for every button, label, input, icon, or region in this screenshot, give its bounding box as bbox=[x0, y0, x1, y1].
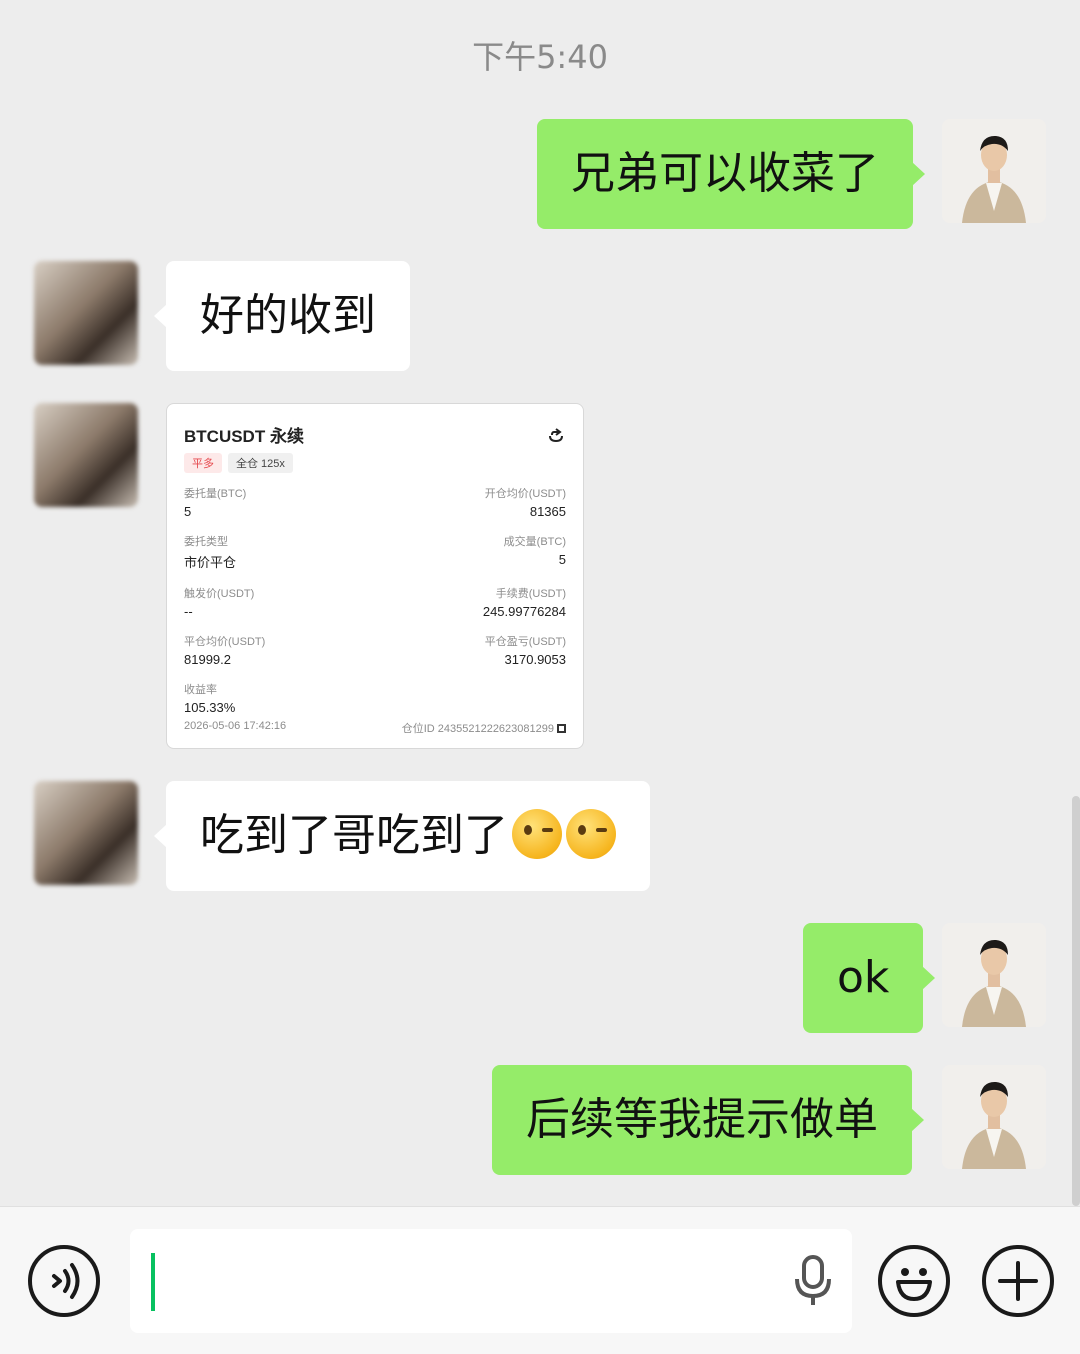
voice-toggle-icon bbox=[52, 1263, 80, 1299]
open-price-field: 开仓均价(USDT) 81365 bbox=[375, 485, 566, 519]
wink-emoji-icon bbox=[512, 809, 562, 859]
field-label: 平仓均价(USDT) bbox=[184, 636, 266, 648]
message-bubble-received[interactable]: 好的收到 bbox=[154, 261, 410, 371]
field-label: 平仓盈亏(USDT) bbox=[484, 636, 566, 648]
message-input[interactable] bbox=[130, 1229, 852, 1333]
wink-emoji-icon bbox=[566, 809, 616, 859]
field-value: 81999.2 bbox=[184, 652, 231, 667]
order-qty-field: 委托量(BTC) 5 bbox=[184, 485, 375, 519]
copy-icon[interactable] bbox=[557, 724, 566, 733]
chat-area: 下午5:40 兄弟可以收菜了 好的收到 BTCUSDT 永续 平多 全仓 125… bbox=[0, 0, 1080, 1206]
field-value: 245.99776284 bbox=[482, 604, 566, 619]
microphone-icon[interactable] bbox=[792, 1255, 834, 1307]
plus-icon bbox=[998, 1261, 1038, 1301]
emoji-button[interactable] bbox=[878, 1245, 950, 1317]
message-timestamp: 下午5:40 bbox=[472, 38, 608, 76]
contact-avatar[interactable] bbox=[34, 403, 138, 507]
field-value: 3170.9053 bbox=[504, 652, 566, 667]
contact-avatar[interactable] bbox=[34, 261, 138, 365]
roe-field: 收益率 105.33% bbox=[184, 681, 375, 715]
contact-avatar[interactable] bbox=[34, 781, 138, 885]
more-button[interactable] bbox=[982, 1245, 1054, 1317]
my-avatar[interactable] bbox=[942, 119, 1046, 223]
filled-qty-field: 成交量(BTC) 5 bbox=[375, 533, 566, 571]
input-toolbar bbox=[0, 1206, 1080, 1354]
message-bubble-sent[interactable]: 后续等我提示做单 bbox=[492, 1065, 924, 1175]
position-side-tag: 平多 bbox=[184, 453, 222, 473]
field-label: 触发价(USDT) bbox=[184, 588, 255, 600]
field-label: 委托量(BTC) bbox=[184, 488, 247, 500]
field-value: 5 bbox=[184, 504, 192, 519]
order-datetime: 2026-05-06 17:42:16 bbox=[184, 720, 287, 732]
fee-field: 手续费(USDT) 245.99776284 bbox=[375, 585, 566, 619]
card-title: BTCUSDT 永续 bbox=[184, 427, 304, 446]
field-label: 成交量(BTC) bbox=[503, 536, 566, 548]
field-label: 手续费(USDT) bbox=[495, 588, 566, 600]
message-bubble-received[interactable]: 吃到了哥吃到了 bbox=[154, 781, 650, 891]
chat-scrollbar[interactable] bbox=[1072, 796, 1080, 1206]
my-avatar[interactable] bbox=[942, 923, 1046, 1027]
field-value: -- bbox=[184, 604, 193, 619]
pnl-field: 平仓盈亏(USDT) 3170.9053 bbox=[375, 633, 566, 667]
field-value: 105.33% bbox=[184, 700, 236, 715]
field-value: 81365 bbox=[529, 504, 566, 519]
position-id: 仓位ID 2435521222623081299 bbox=[401, 723, 554, 735]
my-avatar[interactable] bbox=[942, 1065, 1046, 1169]
message-bubble-sent[interactable]: 兄弟可以收菜了 bbox=[537, 119, 925, 229]
field-value: 市价平仓 bbox=[184, 555, 237, 570]
message-text: 吃到了哥吃到了 bbox=[200, 810, 508, 861]
position-id-wrapper[interactable]: 仓位ID 2435521222623081299 bbox=[402, 720, 566, 736]
order-type-field: 委托类型 市价平仓 bbox=[184, 533, 375, 571]
margin-mode-tag: 全仓 125x bbox=[228, 453, 293, 473]
close-price-field: 平仓均价(USDT) 81999.2 bbox=[184, 633, 375, 667]
message-bubble-sent[interactable]: ok bbox=[803, 923, 936, 1033]
person-avatar-image bbox=[942, 1065, 1046, 1169]
trigger-price-field: 触发价(USDT) -- bbox=[184, 585, 375, 619]
field-label: 开仓均价(USDT) bbox=[484, 488, 566, 500]
voice-toggle-button[interactable] bbox=[28, 1245, 100, 1317]
field-label: 收益率 bbox=[184, 684, 217, 696]
field-label: 委托类型 bbox=[184, 536, 228, 548]
person-avatar-image bbox=[942, 119, 1046, 223]
trade-order-card[interactable]: BTCUSDT 永续 平多 全仓 125x 委托量(BTC) 5 开仓均价(US… bbox=[166, 403, 584, 749]
emoji-icon bbox=[896, 1268, 932, 1301]
field-value: 5 bbox=[558, 552, 566, 567]
person-avatar-image bbox=[942, 923, 1046, 1027]
text-cursor bbox=[151, 1253, 155, 1311]
share-icon[interactable] bbox=[547, 426, 565, 444]
